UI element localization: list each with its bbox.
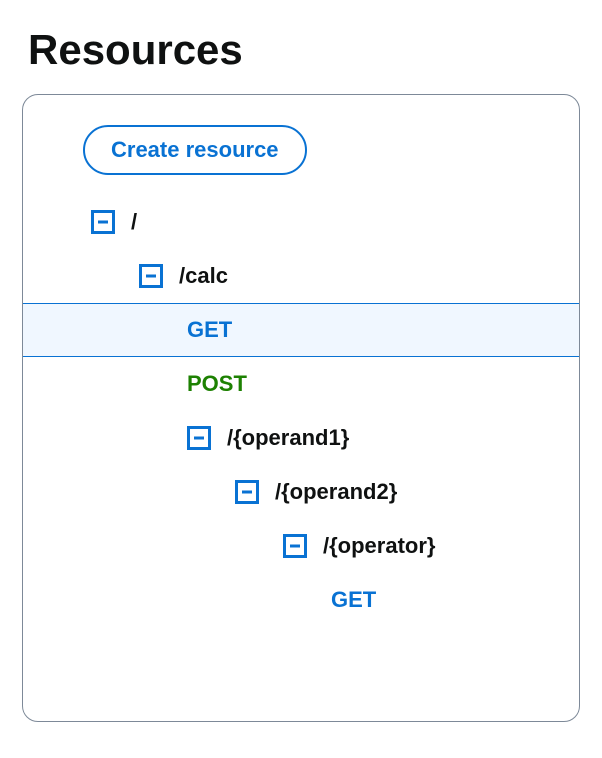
tree-row-calc-get[interactable]: GET <box>23 303 579 357</box>
tree-row-operand2[interactable]: /{operand2} <box>23 465 579 519</box>
tree-row-calc[interactable]: /calc <box>23 249 579 303</box>
collapse-icon[interactable] <box>139 264 163 288</box>
tree-row-operator-get[interactable]: GET <box>23 573 579 627</box>
resource-label: /{operator} <box>323 533 435 559</box>
resource-label: /calc <box>179 263 228 289</box>
resource-label: / <box>131 209 137 235</box>
resources-panel: Create resource / /calc GET POST /{opera… <box>22 94 580 722</box>
create-resource-button[interactable]: Create resource <box>83 125 307 175</box>
resource-label: /{operand1} <box>227 425 349 451</box>
page-title: Resources <box>28 26 602 74</box>
method-label: GET <box>331 587 376 613</box>
tree-row-root[interactable]: / <box>23 195 579 249</box>
collapse-icon[interactable] <box>91 210 115 234</box>
resource-label: /{operand2} <box>275 479 397 505</box>
method-label: GET <box>187 317 232 343</box>
collapse-icon[interactable] <box>187 426 211 450</box>
tree-row-operator[interactable]: /{operator} <box>23 519 579 573</box>
collapse-icon[interactable] <box>235 480 259 504</box>
collapse-icon[interactable] <box>283 534 307 558</box>
tree-row-operand1[interactable]: /{operand1} <box>23 411 579 465</box>
method-label: POST <box>187 371 247 397</box>
tree-row-calc-post[interactable]: POST <box>23 357 579 411</box>
resource-tree: / /calc GET POST /{operand1} <box>23 195 579 627</box>
